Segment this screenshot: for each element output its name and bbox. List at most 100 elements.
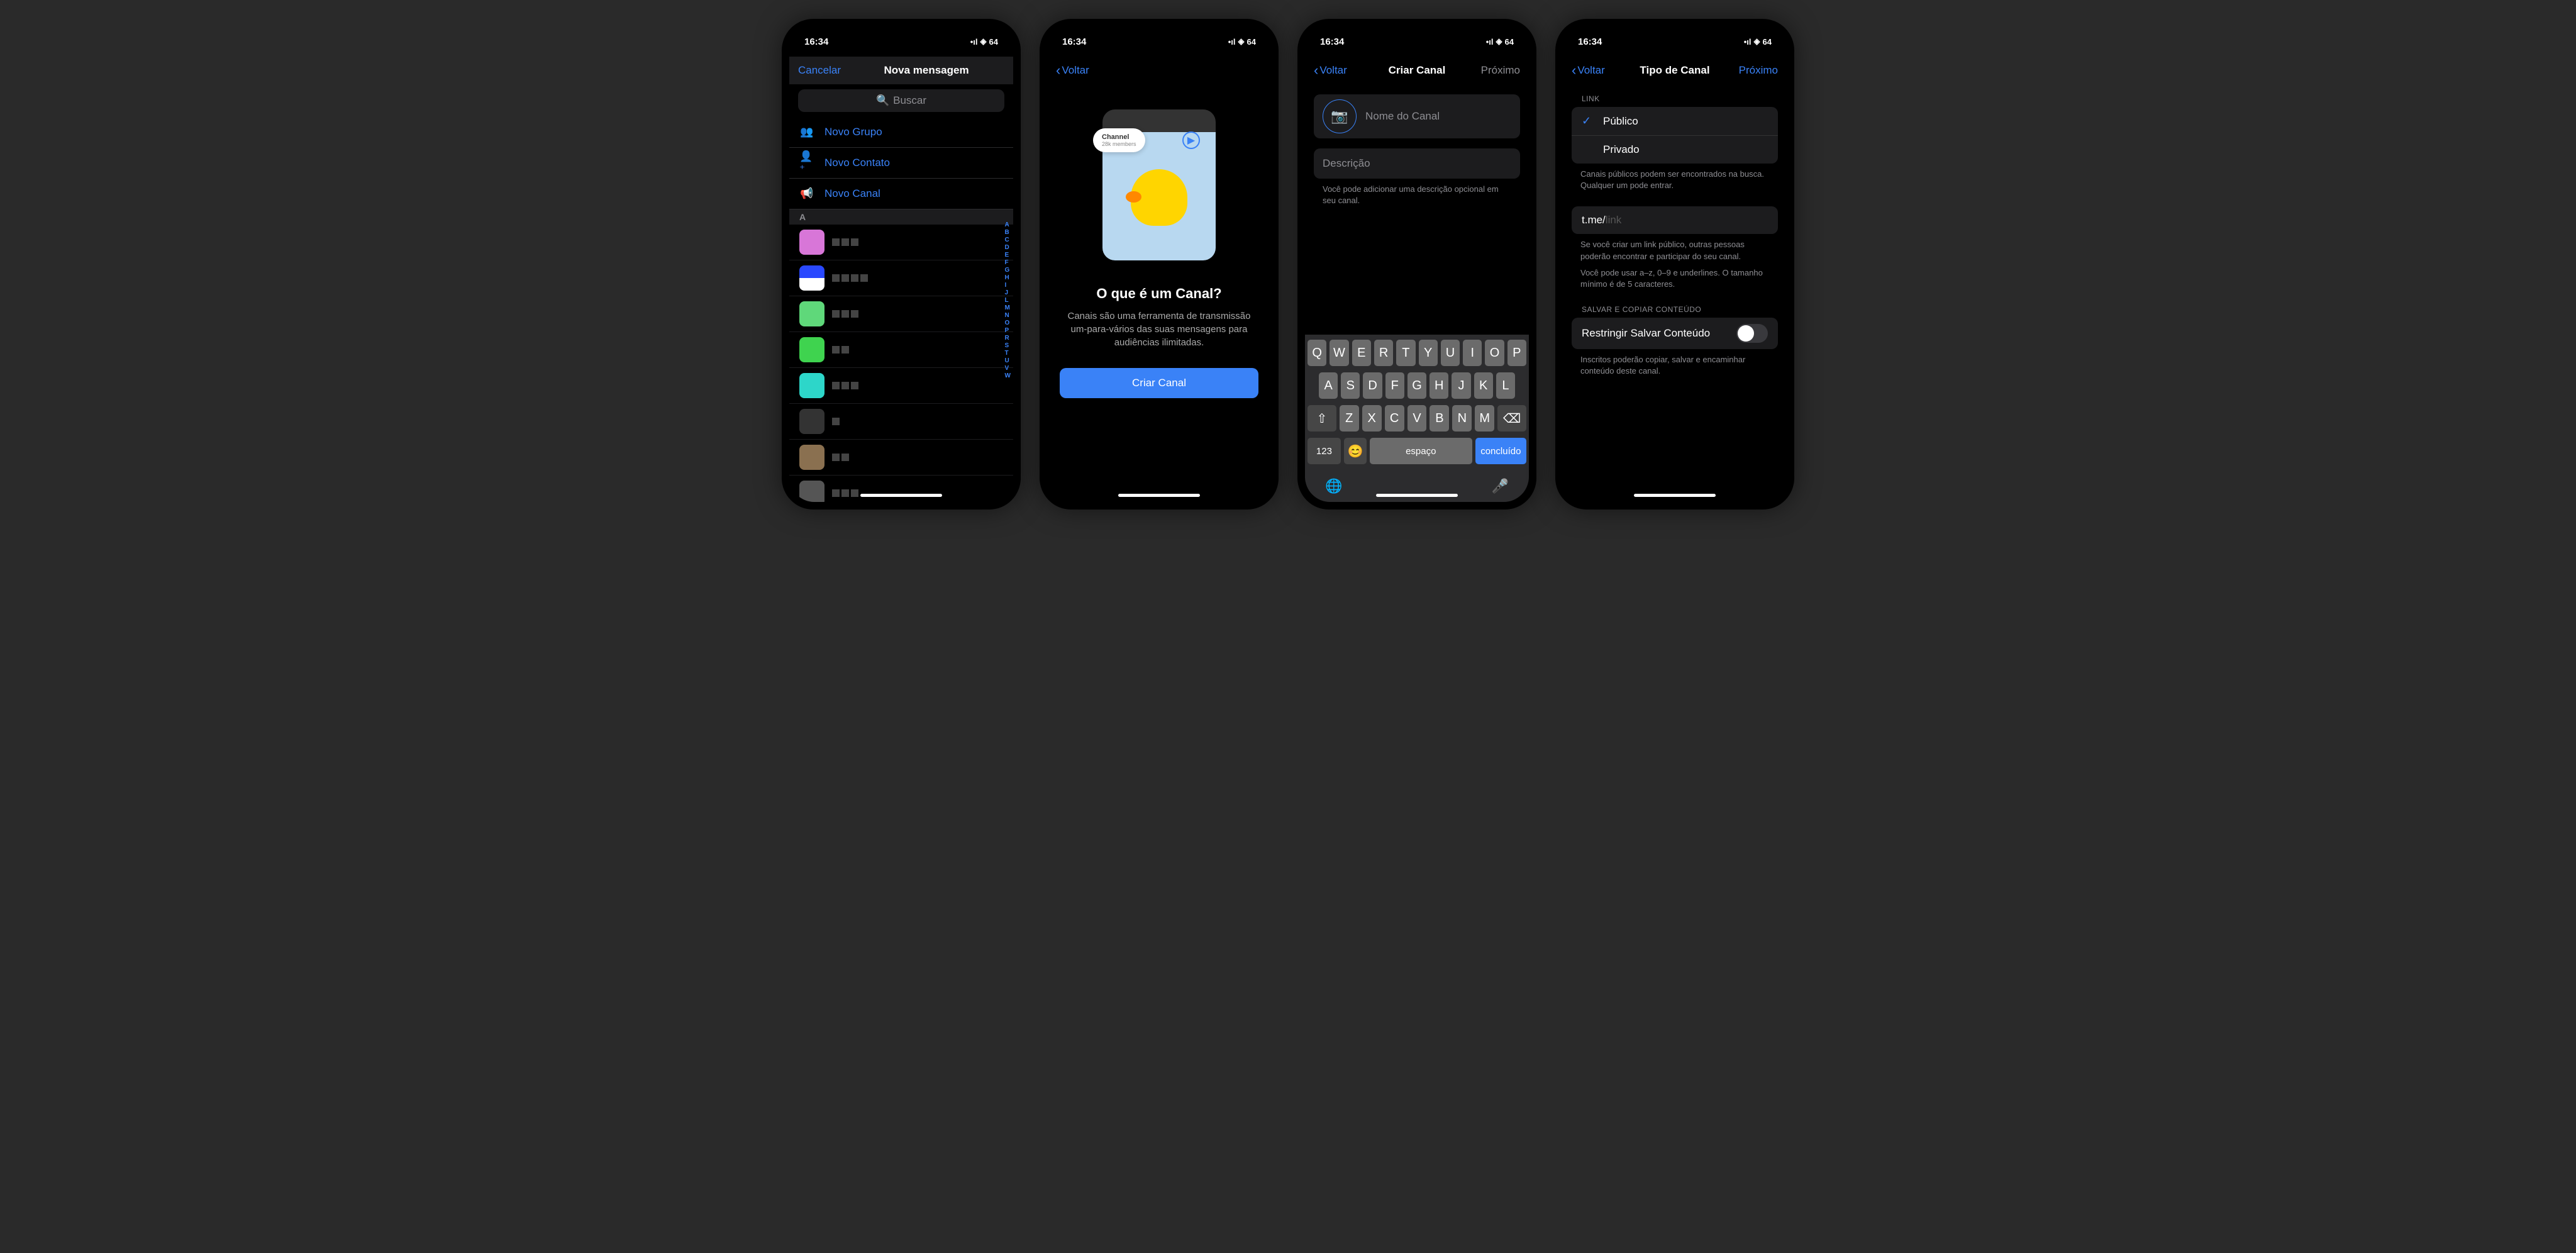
key-q[interactable]: Q [1307,340,1326,366]
phone-create-channel: 16:34 •ıl◈64 ‹Voltar Criar Canal Próximo… [1297,19,1536,510]
contact-row[interactable] [789,260,1013,296]
alpha-letter[interactable]: R [1005,335,1011,342]
key-s[interactable]: S [1341,372,1360,399]
key-i[interactable]: I [1463,340,1482,366]
key-v[interactable]: V [1407,405,1427,432]
alpha-letter[interactable]: F [1005,259,1011,266]
private-option[interactable]: Privado [1572,135,1778,164]
next-button[interactable]: Próximo [1739,64,1778,77]
group-icon: 👥 [799,125,814,140]
channel-name-input[interactable] [1365,110,1511,123]
contact-row[interactable] [789,296,1013,332]
key-x[interactable]: X [1362,405,1382,432]
alpha-letter[interactable]: M [1005,304,1011,311]
alpha-index[interactable]: ABCDEFGHIJLMNOPRSTUVW [1005,221,1011,379]
alpha-letter[interactable]: V [1005,365,1011,372]
contact-row[interactable] [789,332,1013,368]
alpha-letter[interactable]: C [1005,237,1011,243]
key-t[interactable]: T [1396,340,1415,366]
duck-sticker [1131,169,1187,226]
time: 16:34 [1062,36,1086,47]
section-header-a: A [789,209,1013,225]
alpha-letter[interactable]: T [1005,350,1011,357]
key-e[interactable]: E [1352,340,1371,366]
keyboard[interactable]: QWERTYUIOP ASDFGHJKL ⇧ ZXCVBNM ⌫ 123 😊 e… [1305,335,1529,502]
emoji-key[interactable]: 😊 [1344,438,1367,464]
key-f[interactable]: F [1385,372,1404,399]
key-z[interactable]: Z [1340,405,1359,432]
create-channel-button[interactable]: Criar Canal [1060,368,1258,398]
contact-row[interactable] [789,440,1013,476]
play-icon: ▶ [1182,131,1200,149]
battery-icon: 64 [1247,37,1256,47]
back-button[interactable]: ‹Voltar [1314,62,1347,79]
new-group-button[interactable]: 👥 Novo Grupo [789,117,1013,148]
home-indicator[interactable] [1118,494,1200,497]
key-y[interactable]: Y [1419,340,1438,366]
restrict-toggle[interactable] [1736,324,1768,343]
key-l[interactable]: L [1496,372,1515,399]
alpha-letter[interactable]: D [1005,244,1011,251]
alpha-letter[interactable]: S [1005,342,1011,349]
key-a[interactable]: A [1319,372,1338,399]
alpha-letter[interactable]: A [1005,221,1011,228]
key-n[interactable]: N [1452,405,1472,432]
contact-row[interactable] [789,476,1013,502]
globe-icon[interactable]: 🌐 [1325,478,1342,494]
backspace-key[interactable]: ⌫ [1497,405,1526,432]
alpha-letter[interactable]: P [1005,327,1011,334]
cancel-button[interactable]: Cancelar [798,64,841,77]
alpha-letter[interactable]: W [1005,372,1011,379]
new-contact-button[interactable]: 👤⁺ Novo Contato [789,148,1013,179]
home-indicator[interactable] [1376,494,1458,497]
mic-icon[interactable]: 🎤 [1492,478,1509,494]
next-button[interactable]: Próximo [1481,64,1520,77]
description-help: Você pode adicionar uma descrição opcion… [1305,179,1529,211]
alpha-letter[interactable]: L [1005,297,1011,304]
key-c[interactable]: C [1385,405,1404,432]
alpha-letter[interactable]: J [1005,289,1011,296]
shift-key[interactable]: ⇧ [1307,405,1336,432]
back-button[interactable]: ‹Voltar [1056,62,1089,79]
add-photo-button[interactable]: 📷 [1323,99,1357,133]
alpha-letter[interactable]: B [1005,229,1011,236]
contact-row[interactable] [789,368,1013,404]
key-u[interactable]: U [1441,340,1460,366]
contact-row[interactable] [789,225,1013,260]
key-p[interactable]: P [1507,340,1526,366]
key-g[interactable]: G [1407,372,1426,399]
key-k[interactable]: K [1474,372,1493,399]
contact-list[interactable] [789,225,1013,502]
done-key[interactable]: concluído [1475,438,1526,464]
key-w[interactable]: W [1330,340,1348,366]
back-button[interactable]: ‹Voltar [1572,62,1605,79]
save-section-label: SALVAR E COPIAR CONTEÚDO [1563,295,1787,318]
visibility-options: ✓ Público Privado [1572,107,1778,164]
home-indicator[interactable] [860,494,942,497]
alpha-letter[interactable]: G [1005,267,1011,274]
notch [1376,19,1458,36]
link-input[interactable]: t.me/link [1572,206,1778,234]
key-r[interactable]: R [1374,340,1393,366]
public-option[interactable]: ✓ Público [1572,107,1778,135]
description-input[interactable] [1323,157,1511,170]
space-key[interactable]: espaço [1370,438,1472,464]
key-o[interactable]: O [1485,340,1504,366]
key-d[interactable]: D [1363,372,1382,399]
new-channel-button[interactable]: 📢 Novo Canal [789,179,1013,209]
home-indicator[interactable] [1634,494,1716,497]
search-input[interactable]: 🔍 Buscar [798,89,1004,112]
key-h[interactable]: H [1430,372,1448,399]
key-b[interactable]: B [1430,405,1449,432]
key-j[interactable]: J [1452,372,1470,399]
alpha-letter[interactable]: U [1005,357,1011,364]
alpha-letter[interactable]: I [1005,282,1011,289]
alpha-letter[interactable]: O [1005,320,1011,326]
key-m[interactable]: M [1475,405,1494,432]
alpha-letter[interactable]: E [1005,252,1011,259]
alpha-letter[interactable]: H [1005,274,1011,281]
numeric-key[interactable]: 123 [1307,438,1341,464]
alpha-letter[interactable]: N [1005,312,1011,319]
contact-row[interactable] [789,404,1013,440]
wifi-icon: ◈ [1754,36,1760,47]
